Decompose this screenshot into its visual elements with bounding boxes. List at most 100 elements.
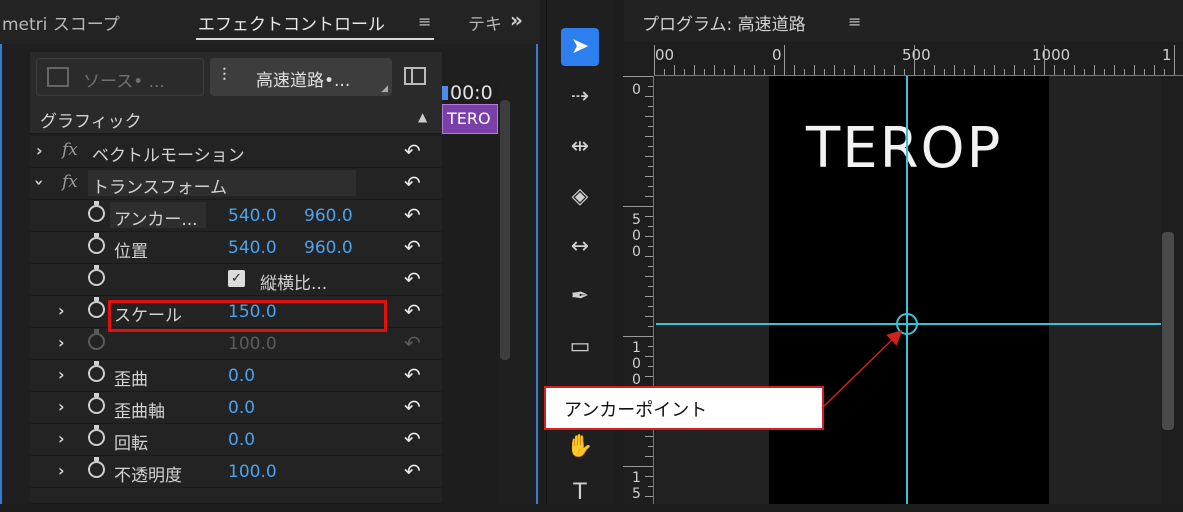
ruler-tick [623, 76, 653, 77]
ruler-tick [645, 476, 653, 477]
property-row-anchor-point[interactable]: アンカー... 540.0 960.0 ↶ [30, 200, 442, 232]
stopwatch-icon[interactable] [88, 233, 105, 254]
playhead-marker[interactable] [442, 86, 448, 100]
property-row-skew-axis[interactable]: › 歪曲軸 0.0 ↶ [30, 392, 442, 424]
effect-name: トランスフォーム [92, 178, 228, 198]
property-row-skew[interactable]: › 歪曲 0.0 ↶ [30, 360, 442, 392]
ruler-tick [654, 45, 655, 75]
reset-icon[interactable]: ↶ [404, 267, 421, 291]
slip-tool-icon[interactable]: ↔ [561, 228, 599, 266]
tab-text[interactable]: テキ [468, 10, 502, 35]
source-clip-button[interactable]: ソース• ... [36, 58, 204, 96]
ruler-tick [1074, 65, 1075, 75]
chevron-right-icon[interactable]: › [58, 429, 65, 448]
panel-menu-icon[interactable]: ≡ [418, 12, 431, 31]
effect-row-transform[interactable]: › fx トランスフォーム ↶ [30, 168, 442, 200]
ruler-tick [874, 65, 875, 75]
reset-icon[interactable]: ↶ [404, 139, 421, 163]
track-select-tool-icon[interactable]: ⇢ [561, 78, 599, 116]
opacity-value[interactable]: 100.0 [228, 462, 277, 482]
hand-tool-icon[interactable]: ✋ [561, 428, 599, 466]
effect-name: ベクトルモーション [92, 146, 245, 166]
tab-overflow-icon[interactable]: » [510, 8, 523, 32]
stopwatch-icon[interactable] [88, 201, 105, 222]
ruler-tick [648, 486, 653, 487]
chevron-right-icon[interactable]: › [58, 397, 65, 416]
property-row-scale[interactable]: › スケール 150.0 ↶ [30, 296, 442, 328]
uniform-scale-checkbox[interactable]: ✓ [228, 270, 245, 287]
reset-icon[interactable]: ↶ [404, 299, 421, 323]
fx-icon[interactable]: fx [62, 172, 78, 192]
anchor-point-icon[interactable] [896, 313, 918, 335]
ruler-tick [645, 296, 653, 297]
section-header-graphic[interactable]: グラフィック ▲ [30, 102, 442, 134]
chevron-right-icon[interactable]: › [58, 461, 65, 480]
selection-tool-icon[interactable]: ➤ [561, 28, 599, 66]
fx-icon[interactable]: fx [62, 140, 78, 160]
toggle-timeline-view-icon[interactable] [404, 67, 426, 85]
ruler-tick [645, 356, 653, 357]
ripple-edit-tool-icon[interactable]: ⇹ [561, 128, 599, 166]
ruler-tick [904, 69, 905, 75]
ruler-tick [648, 366, 653, 367]
panel-tab-bar: metri スコープ エフェクトコントロール ≡ テキ » [0, 0, 540, 44]
position-x-value[interactable]: 540.0 [228, 238, 277, 258]
skew-value[interactable]: 0.0 [228, 366, 255, 386]
property-row-position[interactable]: 位置 540.0 960.0 ↶ [30, 232, 442, 264]
position-y-value[interactable]: 960.0 [304, 238, 353, 258]
chevron-right-icon[interactable]: › [58, 301, 65, 320]
scale-value[interactable]: 150.0 [228, 302, 277, 322]
reset-icon[interactable]: ↶ [404, 363, 421, 387]
stopwatch-icon[interactable] [88, 265, 105, 286]
property-row-rotation[interactable]: › 回転 0.0 ↶ [30, 424, 442, 456]
timeline-clip[interactable]: TERO [442, 104, 498, 134]
ruler-tick [645, 116, 653, 117]
terop-title-text[interactable]: TEROP [806, 116, 1002, 181]
reset-icon[interactable]: ↶ [404, 235, 421, 259]
chevron-right-icon[interactable]: › [36, 141, 43, 160]
ruler-tick [834, 65, 835, 75]
ruler-tick [984, 69, 985, 75]
anchor-y-value[interactable]: 960.0 [304, 206, 353, 226]
reset-icon[interactable]: ↶ [404, 395, 421, 419]
program-menu-icon[interactable]: ≡ [848, 12, 861, 31]
ruler-tick [648, 266, 653, 267]
type-tool-icon[interactable]: T [561, 474, 599, 512]
ruler-tick [648, 126, 653, 127]
program-title[interactable]: プログラム: 高速道路 [642, 10, 806, 35]
stopwatch-icon[interactable] [88, 297, 105, 318]
tab-effect-controls[interactable]: エフェクトコントロール [198, 10, 385, 35]
ruler-tick [1014, 65, 1015, 75]
property-row-uniform-scale[interactable]: ✓ 縦横比... ↶ [30, 264, 442, 296]
pen-tool-icon[interactable]: ✒ [561, 278, 599, 316]
panel-scrollbar[interactable] [500, 100, 510, 360]
razor-tool-icon[interactable]: ◈ [561, 178, 599, 216]
reset-icon[interactable]: ↶ [404, 427, 421, 451]
stopwatch-icon[interactable] [88, 457, 105, 478]
section-header-label: グラフィック [40, 112, 142, 132]
effect-row-vector-motion[interactable]: › fx ベクトルモーション ↶ [30, 136, 442, 168]
reset-icon[interactable]: ↶ [404, 171, 421, 195]
tab-lumetri-scopes[interactable]: metri スコープ [2, 10, 120, 35]
ruler-tick [645, 236, 653, 237]
reset-icon[interactable]: ↶ [404, 459, 421, 483]
program-scrollbar[interactable] [1162, 232, 1174, 430]
property-row-scale-width[interactable]: › 100.0 ↶ [30, 328, 442, 360]
chevron-down-icon[interactable]: › [30, 179, 49, 186]
anchor-x-value[interactable]: 540.0 [228, 206, 277, 226]
skew-axis-value[interactable]: 0.0 [228, 398, 255, 418]
chevron-right-icon[interactable]: › [58, 333, 65, 352]
rectangle-tool-icon[interactable]: ▭ [561, 328, 599, 366]
sequence-clip-button[interactable]: ⫶ 高速道路•... ◢ [210, 58, 392, 96]
scale-width-value: 100.0 [228, 334, 277, 354]
property-row-opacity[interactable]: › 不透明度 100.0 ↶ [30, 456, 442, 488]
stopwatch-icon[interactable] [88, 425, 105, 446]
collapse-up-icon[interactable]: ▲ [418, 110, 427, 124]
reset-icon[interactable]: ↶ [404, 203, 421, 227]
chevron-right-icon[interactable]: › [58, 365, 65, 384]
stopwatch-icon[interactable] [88, 361, 105, 382]
rotation-value[interactable]: 0.0 [228, 430, 255, 450]
stopwatch-icon[interactable] [88, 393, 105, 414]
effect-timeline-area[interactable] [442, 84, 498, 504]
ruler-tick [648, 226, 653, 227]
